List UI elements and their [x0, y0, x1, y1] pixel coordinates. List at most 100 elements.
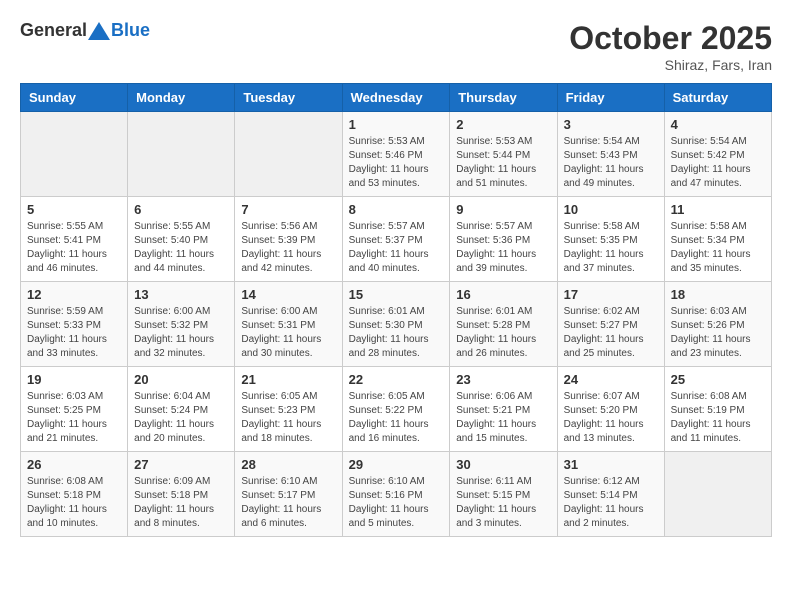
week-row-3: 12 Sunrise: 5:59 AM Sunset: 5:33 PM Dayli…	[21, 282, 772, 367]
day-number: 28	[241, 457, 335, 472]
calendar-cell: 22 Sunrise: 6:05 AM Sunset: 5:22 PM Dayli…	[342, 367, 450, 452]
day-number: 21	[241, 372, 335, 387]
day-info: Sunrise: 6:08 AM Sunset: 5:18 PM Dayligh…	[27, 475, 121, 531]
calendar-cell: 8Sunrise: 5:57 AM Sunset: 5:37 PM Daylig…	[342, 197, 450, 282]
calendar-cell: 31 Sunrise: 6:12 AM Sunset: 5:14 PM Dayli…	[557, 452, 664, 537]
day-number: 6	[134, 202, 228, 217]
week-row-5: 26 Sunrise: 6:08 AM Sunset: 5:18 PM Dayli…	[21, 452, 772, 537]
weekday-header-tuesday: Tuesday	[235, 84, 342, 112]
calendar-cell: 23 Sunrise: 6:06 AM Sunset: 5:21 PM Dayli…	[450, 367, 557, 452]
day-info: Sunrise: 5:58 AM Sunset: 5:35 PM Dayligh…	[564, 220, 658, 276]
title-section: October 2025 Shiraz, Fars, Iran	[569, 20, 772, 73]
day-number: 15	[349, 287, 444, 302]
calendar-cell: 17 Sunrise: 6:02 AM Sunset: 5:27 PM Dayli…	[557, 282, 664, 367]
calendar-table: SundayMondayTuesdayWednesdayThursdayFrid…	[20, 83, 772, 537]
weekday-header-saturday: Saturday	[664, 84, 771, 112]
calendar-cell: 30Sunrise: 6:11 AM Sunset: 5:15 PM Dayli…	[450, 452, 557, 537]
day-number: 26	[27, 457, 121, 472]
day-number: 27	[134, 457, 228, 472]
day-number: 25	[671, 372, 765, 387]
calendar-cell: 1 Sunrise: 5:53 AM Sunset: 5:46 PM Daylig…	[342, 112, 450, 197]
weekday-header-monday: Monday	[128, 84, 235, 112]
day-info: Sunrise: 5:58 AM Sunset: 5:34 PM Dayligh…	[671, 220, 765, 276]
day-number: 3	[564, 117, 658, 132]
weekday-header-thursday: Thursday	[450, 84, 557, 112]
day-number: 16	[456, 287, 550, 302]
day-number: 13	[134, 287, 228, 302]
calendar-cell: 2Sunrise: 5:53 AM Sunset: 5:44 PM Daylig…	[450, 112, 557, 197]
day-info: Sunrise: 6:02 AM Sunset: 5:27 PM Dayligh…	[564, 305, 658, 361]
day-number: 20	[134, 372, 228, 387]
day-info: Sunrise: 6:04 AM Sunset: 5:24 PM Dayligh…	[134, 390, 228, 446]
month-title: October 2025	[569, 20, 772, 57]
day-number: 30	[456, 457, 550, 472]
day-number: 10	[564, 202, 658, 217]
logo-icon	[88, 22, 110, 40]
day-info: Sunrise: 6:05 AM Sunset: 5:22 PM Dayligh…	[349, 390, 444, 446]
calendar-cell	[664, 452, 771, 537]
calendar-cell: 19 Sunrise: 6:03 AM Sunset: 5:25 PM Dayli…	[21, 367, 128, 452]
day-info: Sunrise: 5:54 AM Sunset: 5:43 PM Dayligh…	[564, 135, 658, 191]
calendar-cell: 9 Sunrise: 5:57 AM Sunset: 5:36 PM Daylig…	[450, 197, 557, 282]
day-info: Sunrise: 6:10 AM Sunset: 5:16 PM Dayligh…	[349, 475, 444, 531]
day-info: Sunrise: 5:56 AM Sunset: 5:39 PM Dayligh…	[241, 220, 335, 276]
calendar-cell: 12 Sunrise: 5:59 AM Sunset: 5:33 PM Dayli…	[21, 282, 128, 367]
weekday-header-sunday: Sunday	[21, 84, 128, 112]
calendar-cell: 14 Sunrise: 6:00 AM Sunset: 5:31 PM Dayli…	[235, 282, 342, 367]
calendar-cell: 25Sunrise: 6:08 AM Sunset: 5:19 PM Dayli…	[664, 367, 771, 452]
day-number: 22	[349, 372, 444, 387]
day-info: Sunrise: 5:57 AM Sunset: 5:37 PM Dayligh…	[349, 220, 444, 276]
day-number: 11	[671, 202, 765, 217]
day-number: 17	[564, 287, 658, 302]
calendar-cell	[128, 112, 235, 197]
weekday-header-row: SundayMondayTuesdayWednesdayThursdayFrid…	[21, 84, 772, 112]
day-info: Sunrise: 6:03 AM Sunset: 5:26 PM Dayligh…	[671, 305, 765, 361]
day-number: 31	[564, 457, 658, 472]
day-info: Sunrise: 5:54 AM Sunset: 5:42 PM Dayligh…	[671, 135, 765, 191]
day-info: Sunrise: 6:00 AM Sunset: 5:31 PM Dayligh…	[241, 305, 335, 361]
calendar-cell: 27 Sunrise: 6:09 AM Sunset: 5:18 PM Dayli…	[128, 452, 235, 537]
day-number: 19	[27, 372, 121, 387]
calendar-cell	[21, 112, 128, 197]
day-info: Sunrise: 6:01 AM Sunset: 5:28 PM Dayligh…	[456, 305, 550, 361]
day-number: 18	[671, 287, 765, 302]
day-number: 1	[349, 117, 444, 132]
calendar-cell: 3 Sunrise: 5:54 AM Sunset: 5:43 PM Daylig…	[557, 112, 664, 197]
week-row-2: 5Sunrise: 5:55 AM Sunset: 5:41 PM Daylig…	[21, 197, 772, 282]
calendar-cell: 6 Sunrise: 5:55 AM Sunset: 5:40 PM Daylig…	[128, 197, 235, 282]
day-number: 7	[241, 202, 335, 217]
day-info: Sunrise: 6:00 AM Sunset: 5:32 PM Dayligh…	[134, 305, 228, 361]
day-info: Sunrise: 6:05 AM Sunset: 5:23 PM Dayligh…	[241, 390, 335, 446]
day-number: 9	[456, 202, 550, 217]
day-info: Sunrise: 6:12 AM Sunset: 5:14 PM Dayligh…	[564, 475, 658, 531]
calendar-cell: 24 Sunrise: 6:07 AM Sunset: 5:20 PM Dayli…	[557, 367, 664, 452]
calendar-cell: 11 Sunrise: 5:58 AM Sunset: 5:34 PM Dayli…	[664, 197, 771, 282]
day-number: 14	[241, 287, 335, 302]
calendar-cell: 26 Sunrise: 6:08 AM Sunset: 5:18 PM Dayli…	[21, 452, 128, 537]
day-info: Sunrise: 5:55 AM Sunset: 5:41 PM Dayligh…	[27, 220, 121, 276]
day-number: 12	[27, 287, 121, 302]
day-number: 23	[456, 372, 550, 387]
day-info: Sunrise: 6:07 AM Sunset: 5:20 PM Dayligh…	[564, 390, 658, 446]
day-info: Sunrise: 6:03 AM Sunset: 5:25 PM Dayligh…	[27, 390, 121, 446]
logo-blue-text: Blue	[111, 20, 150, 41]
day-info: Sunrise: 6:06 AM Sunset: 5:21 PM Dayligh…	[456, 390, 550, 446]
calendar-cell: 16 Sunrise: 6:01 AM Sunset: 5:28 PM Dayli…	[450, 282, 557, 367]
day-number: 2	[456, 117, 550, 132]
day-info: Sunrise: 5:53 AM Sunset: 5:46 PM Dayligh…	[349, 135, 444, 191]
week-row-4: 19 Sunrise: 6:03 AM Sunset: 5:25 PM Dayli…	[21, 367, 772, 452]
day-info: Sunrise: 6:01 AM Sunset: 5:30 PM Dayligh…	[349, 305, 444, 361]
day-info: Sunrise: 5:55 AM Sunset: 5:40 PM Dayligh…	[134, 220, 228, 276]
day-info: Sunrise: 5:59 AM Sunset: 5:33 PM Dayligh…	[27, 305, 121, 361]
calendar-cell: 7 Sunrise: 5:56 AM Sunset: 5:39 PM Daylig…	[235, 197, 342, 282]
logo-general-text: General	[20, 20, 87, 41]
calendar-cell: 21 Sunrise: 6:05 AM Sunset: 5:23 PM Dayli…	[235, 367, 342, 452]
calendar-cell: 4Sunrise: 5:54 AM Sunset: 5:42 PM Daylig…	[664, 112, 771, 197]
day-number: 24	[564, 372, 658, 387]
week-row-1: 1 Sunrise: 5:53 AM Sunset: 5:46 PM Daylig…	[21, 112, 772, 197]
day-info: Sunrise: 5:57 AM Sunset: 5:36 PM Dayligh…	[456, 220, 550, 276]
calendar-cell	[235, 112, 342, 197]
day-info: Sunrise: 6:09 AM Sunset: 5:18 PM Dayligh…	[134, 475, 228, 531]
weekday-header-friday: Friday	[557, 84, 664, 112]
location: Shiraz, Fars, Iran	[569, 57, 772, 73]
